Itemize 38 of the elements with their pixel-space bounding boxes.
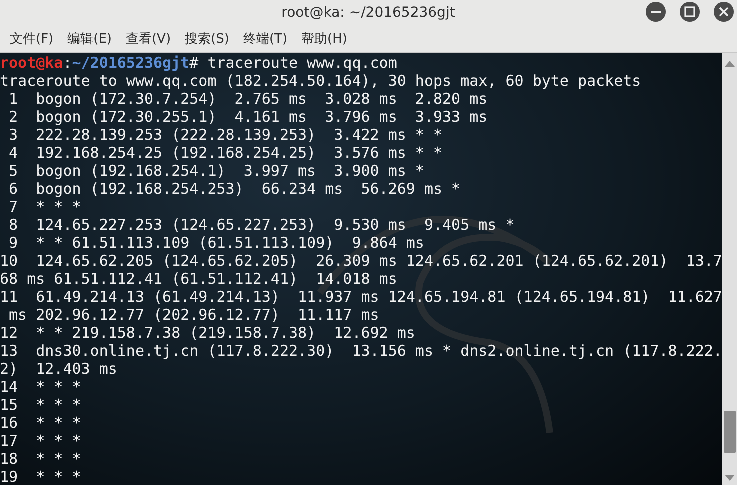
terminal-output-line: 18 * * * [0, 450, 82, 468]
terminal-output-line: 16 * * * [0, 414, 82, 432]
terminal-output-line: 19 * * * [0, 468, 82, 485]
terminal-output-line: 17 * * * [0, 432, 82, 450]
minimize-icon[interactable] [646, 2, 666, 22]
terminal-output-line: 3 222.28.139.253 (222.28.139.253) 3.422 ms * * [8, 126, 444, 144]
terminal-output-line: 5 bogon (192.168.254.1) 3.997 ms 3.900 ms * [8, 162, 426, 180]
terminal-output-line: 4 192.168.254.25 (192.168.254.25) 3.576 ms * * [8, 144, 444, 162]
scroll-up-icon[interactable] [724, 61, 734, 67]
terminal-output-line: 9 * * 61.51.113.109 (61.51.113.109) 9.864 ms [8, 234, 426, 252]
window-title: root@ka: ~/20165236gjt [282, 5, 456, 21]
terminal-output-line: 68 ms 61.51.112.41 (61.51.112.41) 14.018 ms [0, 270, 398, 288]
terminal-output-line: 13 dns30.online.tj.cn (117.8.222.30) 13.156 ms * dns2.online.tj.cn (117.8.222. [0, 342, 722, 360]
terminal-output-line: traceroute to www.qq.com (182.254.50.164), 30 hops max, 60 byte packets [0, 72, 642, 90]
terminal-output-line: 14 * * * [0, 378, 82, 396]
menu-item[interactable]: 文件(F) [4, 30, 62, 48]
terminal-output-line: 1 bogon (172.30.7.254) 2.765 ms 3.028 ms 2.820 ms [8, 90, 489, 108]
scrollbar[interactable] [722, 53, 737, 485]
scroll-down-icon[interactable] [724, 475, 734, 481]
terminal-output-line: 15 * * * [0, 396, 82, 414]
terminal-output-line: 11 61.49.214.13 (61.49.214.13) 11.937 ms 124.65.194.81 (124.65.194.81) 11.627 [0, 288, 722, 306]
scrollbar-thumb[interactable] [724, 411, 736, 453]
terminal-output-line: 2 bogon (172.30.255.1) 4.161 ms 3.796 ms 3.933 ms [8, 108, 489, 126]
menu-item[interactable]: 搜索(S) [179, 30, 238, 48]
terminal-prompt-line: root@ka:~/20165236gjt# traceroute www.qq.com [0, 54, 398, 72]
terminal-output-line: 6 bogon (192.168.254.253) 66.234 ms 56.269 ms * [8, 180, 462, 198]
close-icon[interactable] [714, 2, 734, 22]
maximize-icon[interactable] [680, 2, 700, 22]
terminal-output-line: 12 * * 219.158.7.38 (219.158.7.38) 12.692 ms [0, 324, 416, 342]
terminal-output-line: 2) 12.403 ms [0, 360, 118, 378]
menu-item[interactable]: 查看(V) [120, 30, 180, 48]
menu-item[interactable]: 终端(T) [237, 30, 296, 48]
terminal-output-line: 10 124.65.62.205 (124.65.62.205) 26.309 ms 124.65.62.201 (124.65.62.201) 13.7 [0, 252, 722, 270]
menu-item[interactable]: 编辑(E) [62, 30, 120, 48]
terminal-output-line: ms 202.96.12.77 (202.96.12.77) 11.117 ms [8, 306, 380, 324]
terminal-output-line: 8 124.65.227.253 (124.65.227.253) 9.530 ms 9.405 ms * [8, 216, 516, 234]
terminal-output-line: 7 * * * [8, 198, 82, 216]
menu-item[interactable]: 帮助(H) [296, 30, 356, 48]
